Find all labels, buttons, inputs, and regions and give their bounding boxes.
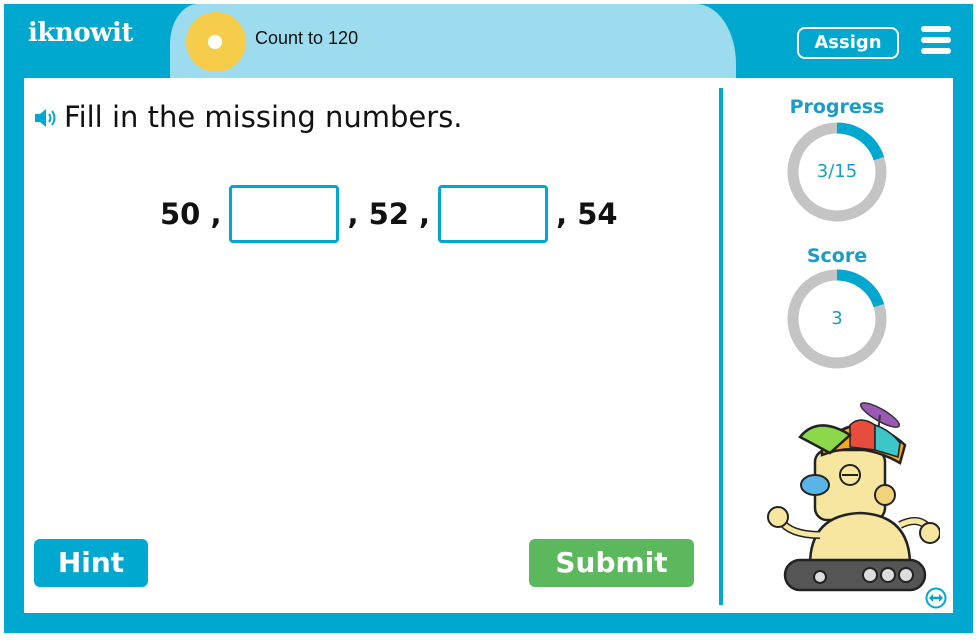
speaker-icon[interactable] <box>34 108 60 128</box>
panel-divider <box>719 88 723 605</box>
menu-bar <box>921 37 951 43</box>
menu-bar <box>921 48 951 54</box>
menu-bar <box>921 26 951 32</box>
sequence-number: 50 , <box>160 197 222 231</box>
answer-input-2[interactable] <box>438 185 549 243</box>
sequence-number: , 54 <box>556 197 618 231</box>
topic-title: Count to 120 <box>255 28 359 48</box>
swap-arrows-icon[interactable] <box>925 587 947 609</box>
submit-button[interactable]: Submit <box>529 539 694 587</box>
assign-button[interactable]: Assign <box>797 27 899 59</box>
topic-dot-center <box>208 35 222 49</box>
hamburger-menu-icon[interactable] <box>921 26 951 54</box>
progress-label: Progress <box>789 96 885 118</box>
lightbulb-icon <box>96 14 142 60</box>
number-sequence: 50 , , 52 , , 54 <box>160 183 618 245</box>
answer-input-1[interactable] <box>229 185 340 243</box>
robot-mascot <box>767 402 940 592</box>
score-label: Score <box>806 245 868 267</box>
progress-value: 3/15 <box>816 161 858 182</box>
hint-button[interactable]: Hint <box>34 539 148 587</box>
question-prompt: Fill in the missing numbers. <box>64 100 463 134</box>
score-value: 3 <box>831 308 843 329</box>
sequence-number: , 52 , <box>347 197 431 231</box>
